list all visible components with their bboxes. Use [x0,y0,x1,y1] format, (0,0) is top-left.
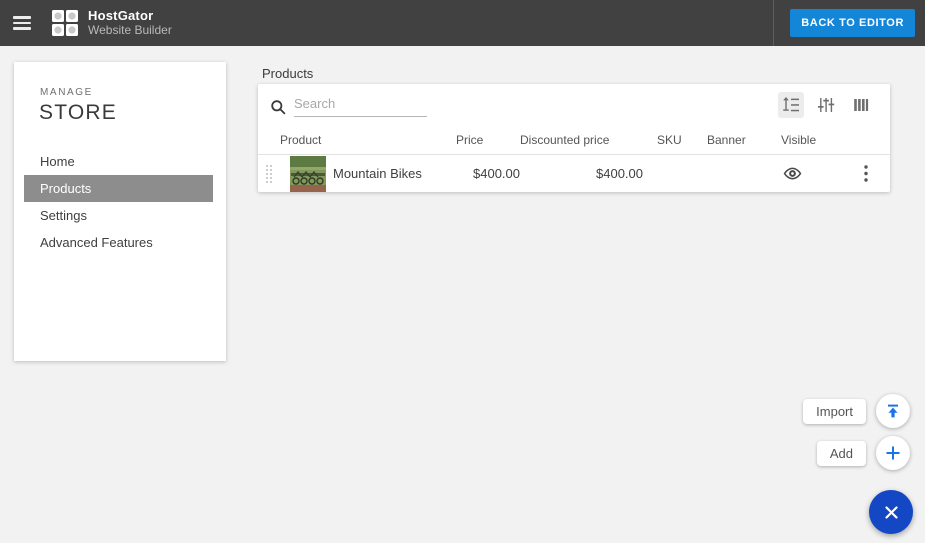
brand-name: HostGator [88,9,172,24]
row-menu-button[interactable] [845,165,890,182]
product-thumbnail [290,156,326,192]
hamburger-menu-icon[interactable] [2,0,42,46]
add-fab[interactable] [876,436,910,470]
upload-icon [885,403,901,419]
visible-cell [771,164,845,183]
sidebar-title: STORE [39,101,226,125]
search-toolbar-row [258,84,890,126]
close-fab[interactable] [869,490,913,534]
col-header-banner: Banner [707,133,771,147]
col-header-product: Product [280,133,456,147]
product-cell: Mountain Bikes [280,156,456,192]
page-title: Products [262,66,313,81]
import-fab[interactable] [876,394,910,428]
sidebar-item-advanced-features[interactable]: Advanced Features [14,229,226,256]
import-button[interactable]: Import [803,399,866,424]
table-toolbar [778,92,874,118]
sidebar-eyebrow: MANAGE [40,87,226,98]
search-icon [270,99,286,115]
close-icon [884,505,899,520]
sidebar-item-home[interactable]: Home [14,148,226,175]
back-to-editor-button[interactable]: BACK TO EDITOR [790,9,915,37]
tune-sliders-icon[interactable] [813,92,839,118]
sidebar-item-settings[interactable]: Settings [14,202,226,229]
table-row[interactable]: Mountain Bikes $400.00 $400.00 [258,154,890,192]
header-divider [773,0,774,46]
kebab-menu-icon [864,165,868,182]
col-header-price: Price [456,133,520,147]
top-bar: HostGator Website Builder BACK TO EDITOR [0,0,925,46]
hostgator-logo [52,10,78,36]
manage-store-sidebar: MANAGE STORE Home Products Settings Adva… [14,62,226,361]
plus-icon [885,445,901,461]
col-header-discounted-price: Discounted price [520,133,643,147]
brand-text: HostGator Website Builder [88,9,172,38]
table-header-row: Product Price Discounted price SKU Banne… [258,126,890,154]
search-input[interactable] [294,94,427,117]
brand-subtitle: Website Builder [88,24,172,38]
col-header-visible: Visible [771,133,845,147]
drag-handle[interactable] [264,163,274,185]
price-cell: $400.00 [456,166,520,181]
products-card: Product Price Discounted price SKU Banne… [258,84,890,192]
visibility-eye-icon[interactable] [783,164,802,183]
line-spacing-icon[interactable] [778,92,804,118]
product-name: Mountain Bikes [333,166,422,181]
sidebar-item-products[interactable]: Products [24,175,213,202]
add-button[interactable]: Add [817,441,866,466]
columns-icon[interactable] [848,92,874,118]
col-header-sku: SKU [643,133,707,147]
discounted-price-cell: $400.00 [520,166,643,181]
fab-menu: Import Add [803,394,910,534]
sidebar-nav: Home Products Settings Advanced Features [14,148,226,256]
